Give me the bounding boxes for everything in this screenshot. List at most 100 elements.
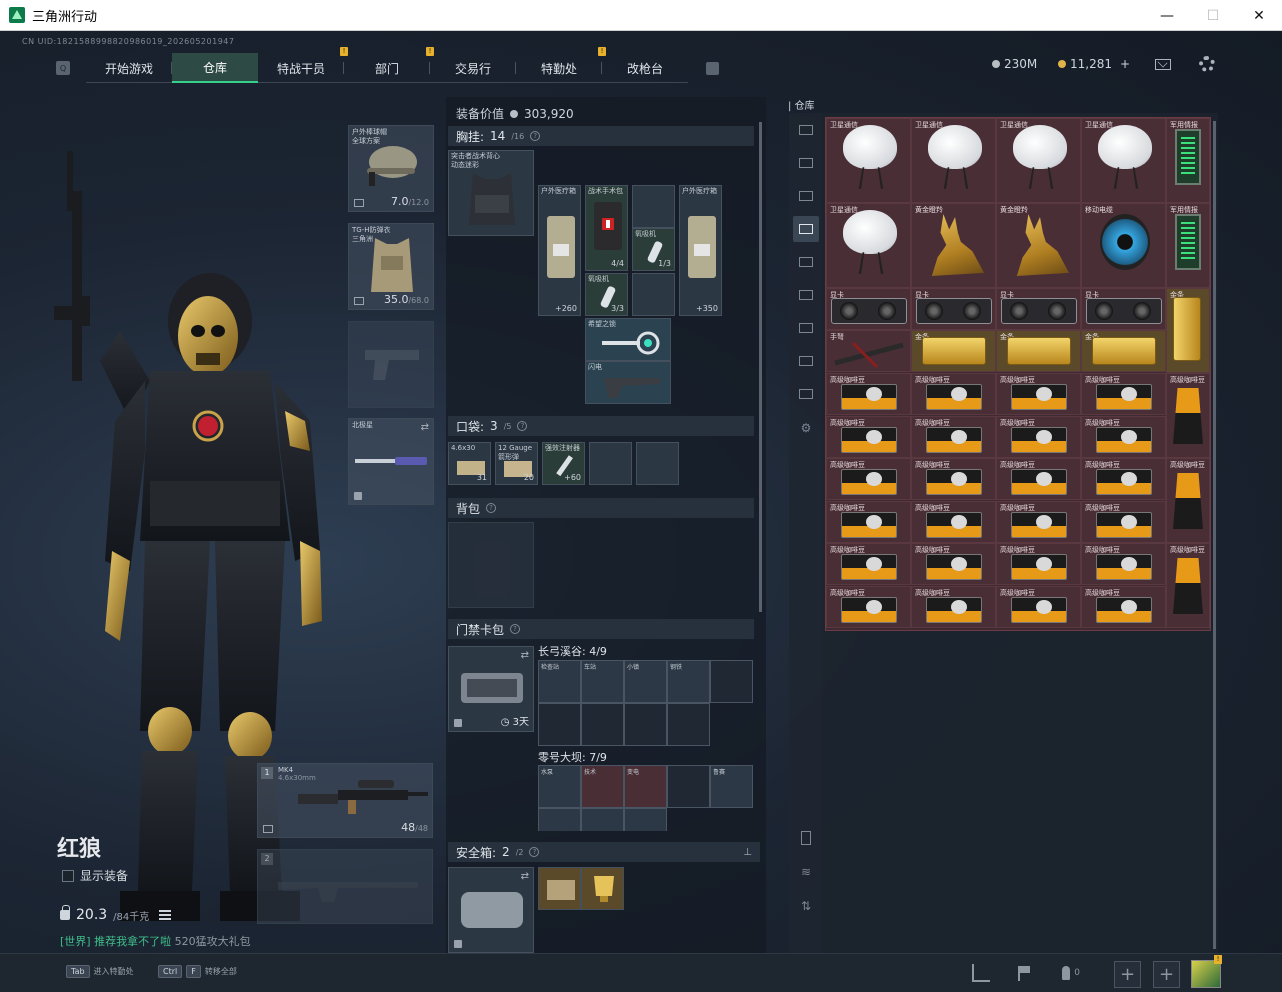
warehouse-item[interactable]: 高级咖啡豆 <box>911 415 996 458</box>
inhaler-item[interactable]: 氧吸机 1/3 <box>632 228 675 271</box>
keycard[interactable]: 小镇 <box>624 660 667 703</box>
maximize-button[interactable]: ☐ <box>1190 0 1236 31</box>
keycard[interactable]: 车站 <box>581 660 624 703</box>
warehouse-item[interactable]: 金条 <box>996 330 1081 372</box>
warehouse-item[interactable]: 移动电缆 <box>1081 203 1166 288</box>
show-gear-checkbox[interactable] <box>62 869 74 882</box>
surgery-kit-item[interactable]: 战术手术包 4/4 <box>585 185 628 271</box>
warehouse-item[interactable]: 金条 <box>1166 288 1210 373</box>
ammo-item[interactable]: 4.6x30 31 <box>448 442 491 485</box>
medkit-item[interactable]: 户外医疗箱 +350 <box>679 185 722 316</box>
safebox-item[interactable]: ⇄ <box>448 867 534 953</box>
warehouse-item[interactable]: 金条 <box>1081 330 1166 372</box>
warehouse-item[interactable]: 高级咖啡豆 <box>1166 458 1210 543</box>
keycard-empty[interactable] <box>538 703 581 746</box>
gun-part-item[interactable]: 闪电 <box>585 361 671 404</box>
warehouse-tab-7[interactable] <box>793 348 819 374</box>
warehouse-tab-5[interactable] <box>793 282 819 308</box>
keycase-item[interactable]: ⇄ ◷ 3天 <box>448 646 534 732</box>
swap-icon[interactable]: ⇄ <box>521 871 529 882</box>
keycard[interactable]: 技术 <box>581 765 624 808</box>
warehouse-item[interactable]: 高级咖啡豆 <box>1081 543 1166 585</box>
armor-slot[interactable]: TG-H防弹衣 三角洲 35.0/68.0 <box>348 223 434 310</box>
warehouse-tab-1[interactable] <box>793 150 819 176</box>
warehouse-scrollbar[interactable] <box>1213 121 1216 949</box>
keycard[interactable] <box>581 808 624 831</box>
valuable-item[interactable] <box>538 867 581 910</box>
help-icon[interactable]: ? <box>517 421 528 431</box>
medkit-item[interactable]: 户外医疗箱 +260 <box>538 185 581 316</box>
warehouse-item[interactable]: 高级咖啡豆 <box>996 373 1081 415</box>
keycard-empty[interactable] <box>581 703 624 746</box>
pin-icon[interactable]: ⊥ <box>743 847 752 858</box>
warehouse-item[interactable]: 高级咖啡豆 <box>911 373 996 415</box>
warehouse-item[interactable]: 高级咖啡豆 <box>996 543 1081 585</box>
nav-next-icon[interactable] <box>706 61 719 75</box>
warehouse-item[interactable]: 高级咖啡豆 <box>1166 543 1210 628</box>
help-icon[interactable]: ? <box>530 131 541 141</box>
weight-details-icon[interactable] <box>159 910 172 920</box>
tab-department[interactable]: 部门! <box>344 47 434 83</box>
warehouse-item[interactable]: 高级咖啡豆 <box>996 458 1081 500</box>
warehouse-item[interactable]: 高级咖啡豆 <box>996 500 1081 543</box>
warehouse-item[interactable]: 高级咖啡豆 <box>826 373 911 415</box>
ammo-item[interactable]: 12 Gauge 箭形弹 20 <box>495 442 538 485</box>
keycard[interactable] <box>624 808 667 831</box>
secondary-weapon-slot[interactable]: 2 <box>257 849 433 924</box>
warehouse-item[interactable]: 高级咖啡豆 <box>826 543 911 585</box>
empty-slot[interactable] <box>589 442 632 485</box>
hint-transfer-all[interactable]: Ctrl F 转移全部 <box>158 965 237 978</box>
help-icon[interactable]: ? <box>510 624 521 634</box>
warehouse-transfer[interactable]: ⇅ <box>793 893 819 919</box>
primary-weapon-slot[interactable]: 1 MK4 4.6x30mm 48/48 <box>257 763 433 838</box>
warehouse-item[interactable]: 卫星通信 <box>826 118 911 203</box>
warehouse-item[interactable]: 金条 <box>911 330 996 372</box>
warehouse-item[interactable]: 高级咖啡豆 <box>911 585 996 628</box>
inhaler-item[interactable]: 氧吸机 3/3 <box>585 273 628 316</box>
keycard[interactable]: 钢铁 <box>667 660 710 703</box>
loadout-scrollbar[interactable] <box>759 122 762 612</box>
key-item[interactable]: 希望之锁 <box>585 318 671 361</box>
pistol-slot[interactable] <box>348 321 434 408</box>
player-avatar[interactable]: ! <box>1191 955 1222 988</box>
warehouse-item[interactable]: 军用情报 <box>1166 203 1210 288</box>
keycard-empty[interactable] <box>710 660 753 703</box>
warehouse-tab-8[interactable] <box>793 381 819 407</box>
warehouse-item[interactable]: 高级咖啡豆 <box>911 500 996 543</box>
nav-prev-icon[interactable]: Q <box>56 61 70 75</box>
empty-slot[interactable] <box>636 442 679 485</box>
warehouse-sort[interactable] <box>793 825 819 851</box>
warehouse-item[interactable]: 黄金瞪羚 <box>996 203 1081 288</box>
swap-icon[interactable]: ⇄ <box>521 650 529 661</box>
flag-icon[interactable] <box>1015 964 1033 982</box>
warehouse-item[interactable]: 高级咖啡豆 <box>826 500 911 543</box>
melee-slot[interactable]: 北极星 ⇄ <box>348 418 434 505</box>
warehouse-item[interactable]: 军用情报 <box>1166 118 1210 203</box>
help-icon[interactable]: ? <box>486 503 497 513</box>
keycard-empty[interactable] <box>624 703 667 746</box>
warehouse-item[interactable]: 显卡 <box>826 288 911 330</box>
friends-button[interactable]: 0 <box>1062 964 1080 982</box>
valuable-item[interactable] <box>581 867 624 910</box>
keycard[interactable]: 水泵 <box>538 765 581 808</box>
helmet-slot[interactable]: 户外棒球帽 全球方案 7.0/12.0 <box>348 125 434 212</box>
mail-icon[interactable] <box>1155 59 1171 70</box>
tab-gunsmith[interactable]: 改枪台 <box>602 53 688 83</box>
warehouse-item[interactable]: 高级咖啡豆 <box>1081 500 1166 543</box>
warehouse-item[interactable]: 黄金瞪羚 <box>911 203 996 288</box>
empty-slot[interactable] <box>632 273 675 316</box>
warehouse-item[interactable]: 显卡 <box>1081 288 1166 330</box>
warehouse-item[interactable]: 高级咖啡豆 <box>996 415 1081 458</box>
warehouse-settings[interactable]: ⚙ <box>793 415 819 441</box>
warehouse-item[interactable]: 高级咖啡豆 <box>1081 458 1166 500</box>
tab-operators[interactable]: 特战干员! <box>258 47 348 83</box>
swap-icon[interactable]: ⇄ <box>421 422 429 433</box>
injector-item[interactable]: 强效注射器 +60 <box>542 442 585 485</box>
warehouse-tab-6[interactable] <box>793 315 819 341</box>
show-gear-toggle[interactable]: 显示装备 <box>62 867 128 884</box>
warehouse-item[interactable]: 高级咖啡豆 <box>1081 415 1166 458</box>
minimize-button[interactable]: — <box>1144 0 1190 31</box>
backpack-slot[interactable] <box>448 522 534 608</box>
warehouse-item[interactable]: 高级咖啡豆 <box>996 585 1081 628</box>
warehouse-layers[interactable]: ≋ <box>793 859 819 885</box>
